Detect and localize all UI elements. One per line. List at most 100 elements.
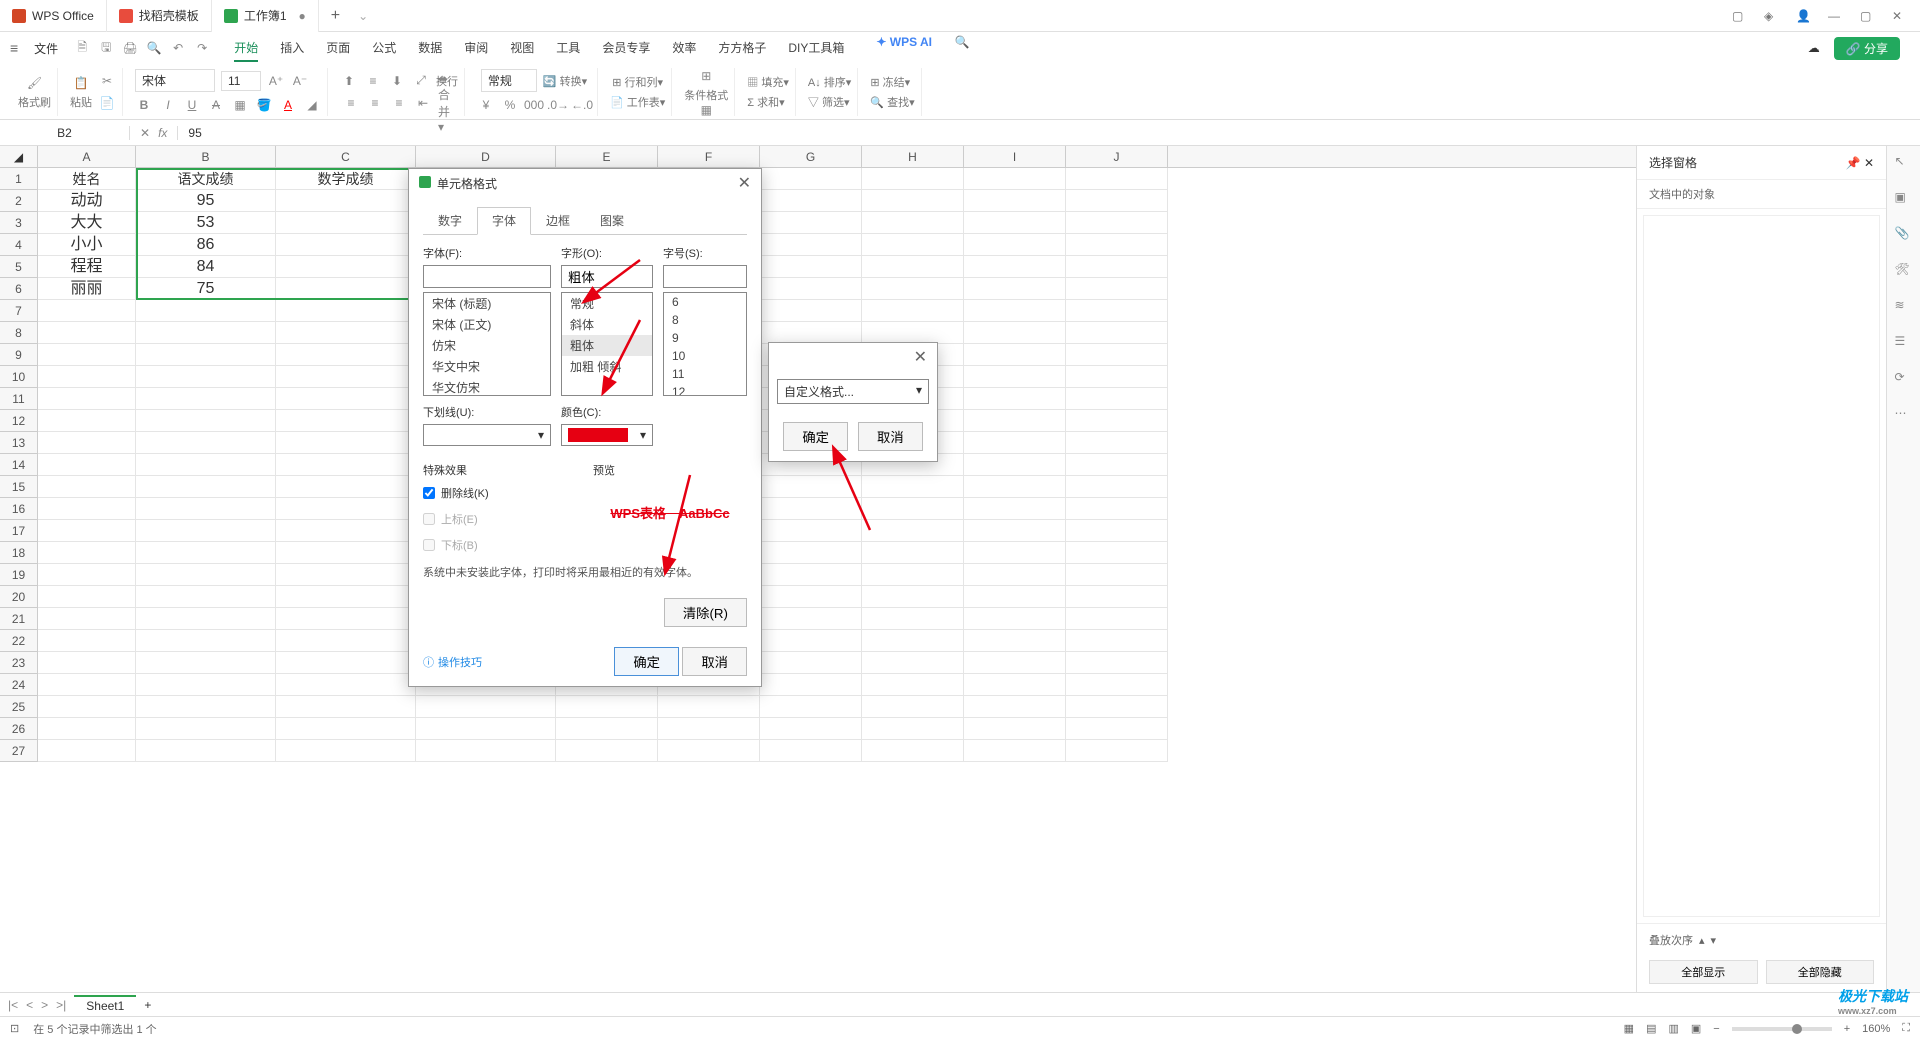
align-middle-icon[interactable]: ≡	[364, 72, 382, 90]
view-page-icon[interactable]: ▤	[1646, 1022, 1656, 1035]
cell[interactable]	[1066, 256, 1168, 278]
cell[interactable]	[760, 652, 862, 674]
cell[interactable]	[136, 432, 276, 454]
row-header[interactable]: 20	[0, 586, 38, 608]
cell[interactable]	[760, 498, 862, 520]
row-header[interactable]: 21	[0, 608, 38, 630]
cell[interactable]	[38, 674, 136, 696]
currency-icon[interactable]: ¥	[477, 96, 495, 114]
cell[interactable]	[1066, 564, 1168, 586]
wps-ai-button[interactable]: ✦ WPS AI	[876, 35, 932, 62]
font-color-icon[interactable]: A	[279, 96, 297, 114]
cell[interactable]	[38, 432, 136, 454]
cell[interactable]	[964, 454, 1066, 476]
col-header[interactable]: J	[1066, 146, 1168, 167]
cell[interactable]	[276, 652, 416, 674]
cell[interactable]	[38, 740, 136, 762]
cell[interactable]	[1066, 652, 1168, 674]
bold-icon[interactable]: B	[135, 96, 153, 114]
cell[interactable]	[276, 520, 416, 542]
row-header[interactable]: 2	[0, 190, 38, 212]
number-format-combo[interactable]: 常规	[481, 69, 537, 92]
cell[interactable]	[416, 718, 556, 740]
cell[interactable]	[276, 388, 416, 410]
cell[interactable]	[276, 454, 416, 476]
cell[interactable]	[862, 300, 964, 322]
dialog-tab-font[interactable]: 字体	[477, 207, 531, 235]
cell[interactable]	[38, 652, 136, 674]
cell[interactable]	[38, 388, 136, 410]
minimize-icon[interactable]: —	[1828, 9, 1842, 23]
col-header[interactable]: A	[38, 146, 136, 167]
increase-font-icon[interactable]: A⁺	[267, 72, 285, 90]
cell[interactable]	[964, 300, 1066, 322]
cell[interactable]	[136, 740, 276, 762]
row-header[interactable]: 10	[0, 366, 38, 388]
cell[interactable]	[964, 366, 1066, 388]
merge-icon[interactable]: ⬌ 合并▾	[438, 94, 456, 112]
cell[interactable]	[276, 256, 416, 278]
col-header[interactable]: D	[416, 146, 556, 167]
small-dialog-close-icon[interactable]: ✕	[914, 347, 927, 367]
cell[interactable]	[416, 696, 556, 718]
cell[interactable]	[136, 630, 276, 652]
cell[interactable]	[38, 454, 136, 476]
cell[interactable]	[964, 520, 1066, 542]
zoom-value[interactable]: 160%	[1862, 1023, 1890, 1035]
strike-icon[interactable]: A	[207, 96, 225, 114]
cell[interactable]	[136, 366, 276, 388]
rail-select-icon[interactable]: ↖	[1895, 154, 1913, 172]
cell[interactable]	[1066, 630, 1168, 652]
cell[interactable]	[556, 740, 658, 762]
row-header[interactable]: 22	[0, 630, 38, 652]
cell[interactable]	[1066, 212, 1168, 234]
qat-preview-icon[interactable]: 🔍	[146, 41, 162, 55]
cell[interactable]	[276, 300, 416, 322]
cell[interactable]	[276, 234, 416, 256]
maximize-icon[interactable]: ▢	[1860, 9, 1874, 23]
sheet-nav-next[interactable]: >	[41, 998, 48, 1012]
cell[interactable]	[862, 256, 964, 278]
cell[interactable]	[136, 388, 276, 410]
cell[interactable]	[1066, 498, 1168, 520]
cell[interactable]	[862, 674, 964, 696]
cell[interactable]	[1066, 300, 1168, 322]
copy-icon[interactable]: 📄	[98, 94, 116, 112]
cell[interactable]	[38, 498, 136, 520]
cell[interactable]	[1066, 234, 1168, 256]
cell[interactable]	[276, 476, 416, 498]
file-menu[interactable]: 文件	[26, 40, 66, 57]
cell[interactable]	[136, 322, 276, 344]
cell[interactable]	[276, 344, 416, 366]
cell[interactable]	[276, 366, 416, 388]
align-top-icon[interactable]: ⬆	[340, 72, 358, 90]
row-header[interactable]: 3	[0, 212, 38, 234]
cell[interactable]: 数学成绩	[276, 168, 416, 190]
view-read-icon[interactable]: ▣	[1691, 1022, 1701, 1035]
cell[interactable]	[276, 586, 416, 608]
cell[interactable]	[1066, 190, 1168, 212]
rowcol-button[interactable]: ⊞ 行和列▾	[612, 74, 663, 90]
orientation-icon[interactable]: ⤢	[412, 72, 430, 90]
cell[interactable]	[862, 564, 964, 586]
cell[interactable]: 53	[136, 212, 276, 234]
cell[interactable]	[276, 212, 416, 234]
cell[interactable]	[136, 454, 276, 476]
cell[interactable]	[38, 520, 136, 542]
row-header[interactable]: 14	[0, 454, 38, 476]
cell[interactable]	[136, 410, 276, 432]
row-header[interactable]: 15	[0, 476, 38, 498]
cell[interactable]	[862, 168, 964, 190]
custom-format-combo[interactable]: 自定义格式...▾	[777, 379, 929, 404]
cell[interactable]	[760, 608, 862, 630]
cell[interactable]	[38, 344, 136, 366]
row-header[interactable]: 1	[0, 168, 38, 190]
align-right-icon[interactable]: ≡	[390, 94, 408, 112]
cell[interactable]	[38, 366, 136, 388]
cell[interactable]	[136, 674, 276, 696]
fill-color-icon[interactable]: 🪣	[255, 96, 273, 114]
filter-button[interactable]: ▽ 筛选▾	[808, 94, 850, 110]
fx-icon[interactable]: fx	[158, 126, 167, 140]
row-header[interactable]: 9	[0, 344, 38, 366]
cell[interactable]: 大大	[38, 212, 136, 234]
